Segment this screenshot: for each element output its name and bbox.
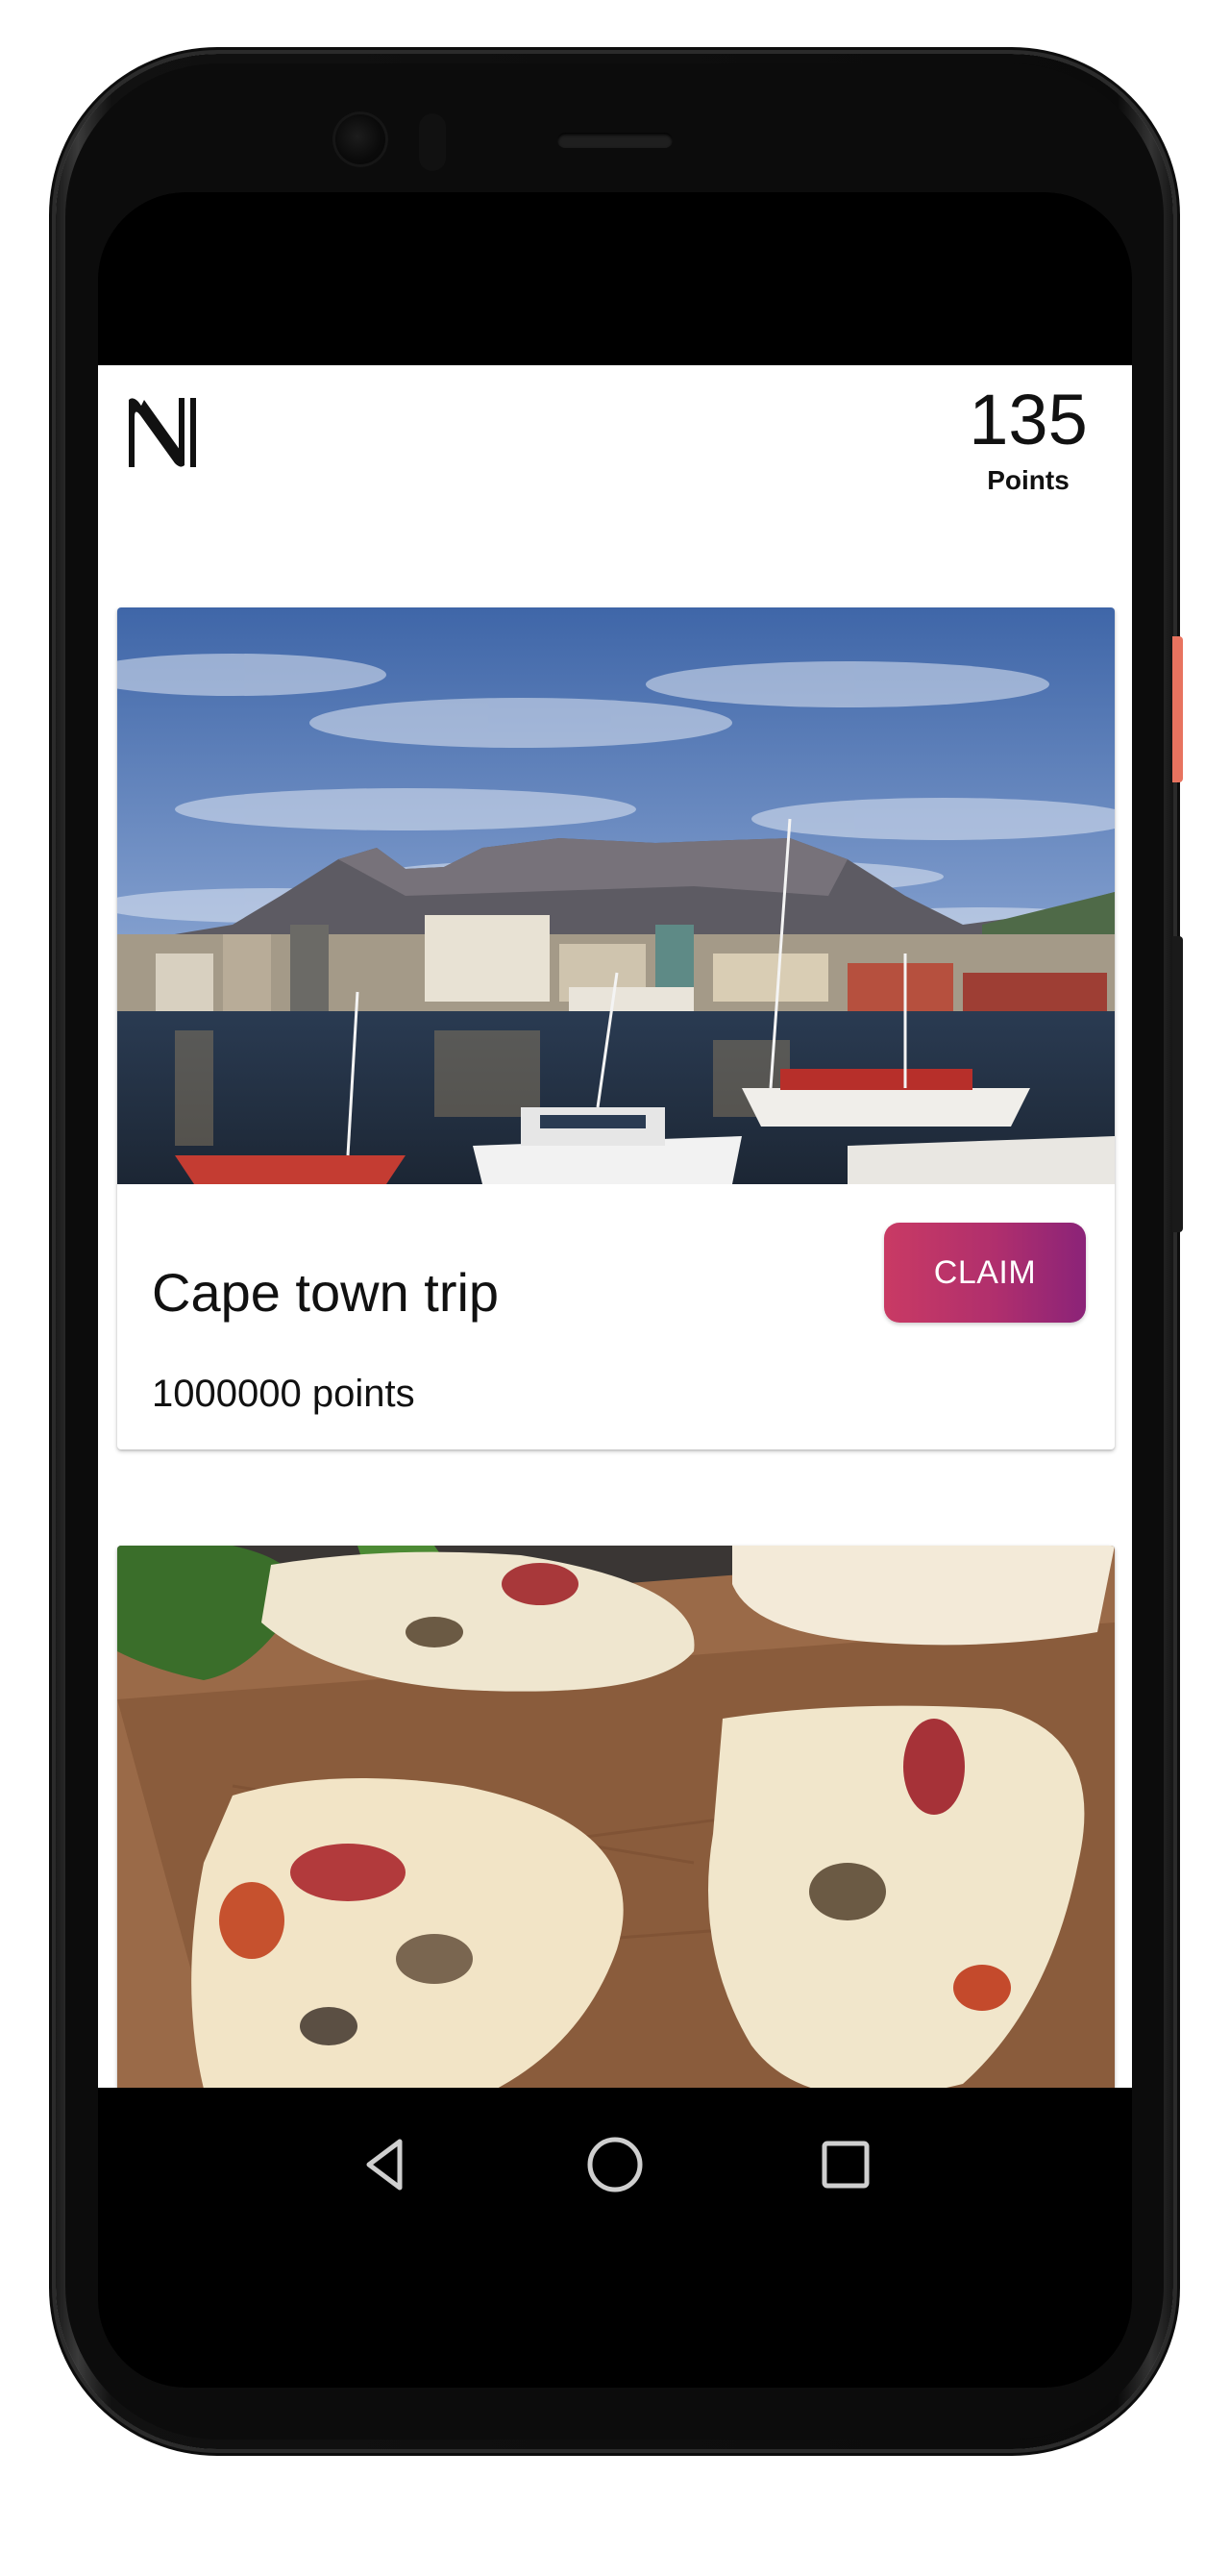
sensor xyxy=(419,113,446,171)
reward-card xyxy=(117,1546,1115,2088)
nav-back-button[interactable] xyxy=(348,2126,425,2203)
front-camera xyxy=(332,111,388,167)
recents-square-icon xyxy=(822,2141,870,2189)
food-flatbread-image xyxy=(117,1546,1115,2088)
reward-card-body: Cape town trip 1000000 points CLAIM xyxy=(117,1184,1115,1449)
reward-image-food xyxy=(117,1546,1115,2088)
points-value: 135 xyxy=(969,380,1088,459)
side-button-power xyxy=(1172,636,1183,782)
app-header: 135 Points xyxy=(98,365,1132,538)
reward-points: 1000000 points xyxy=(152,1373,415,1415)
nav-recents-button[interactable] xyxy=(807,2126,884,2203)
rewards-app: 135 Points Cape town trip 1000000 points… xyxy=(98,365,1132,2088)
side-button-volume xyxy=(1172,936,1183,1232)
earpiece-speaker xyxy=(557,133,673,148)
system-navigation-bar xyxy=(98,2088,1132,2261)
status-bar xyxy=(98,192,1132,365)
points-balance: 135 Points xyxy=(951,384,1105,496)
reward-card: Cape town trip 1000000 points CLAIM xyxy=(117,607,1115,1449)
reward-title: Cape town trip xyxy=(152,1262,500,1323)
back-triangle-icon xyxy=(366,2139,403,2191)
claim-button[interactable]: CLAIM xyxy=(884,1223,1086,1323)
phone-screen: 135 Points Cape town trip 1000000 points… xyxy=(98,192,1132,2388)
nav-home-button[interactable] xyxy=(577,2126,653,2203)
points-label: Points xyxy=(987,465,1070,495)
cape-town-harbor-image xyxy=(117,607,1115,1184)
brand-logo-icon[interactable] xyxy=(123,394,200,471)
reward-image-cape-town xyxy=(117,607,1115,1184)
home-circle-icon xyxy=(587,2137,643,2192)
